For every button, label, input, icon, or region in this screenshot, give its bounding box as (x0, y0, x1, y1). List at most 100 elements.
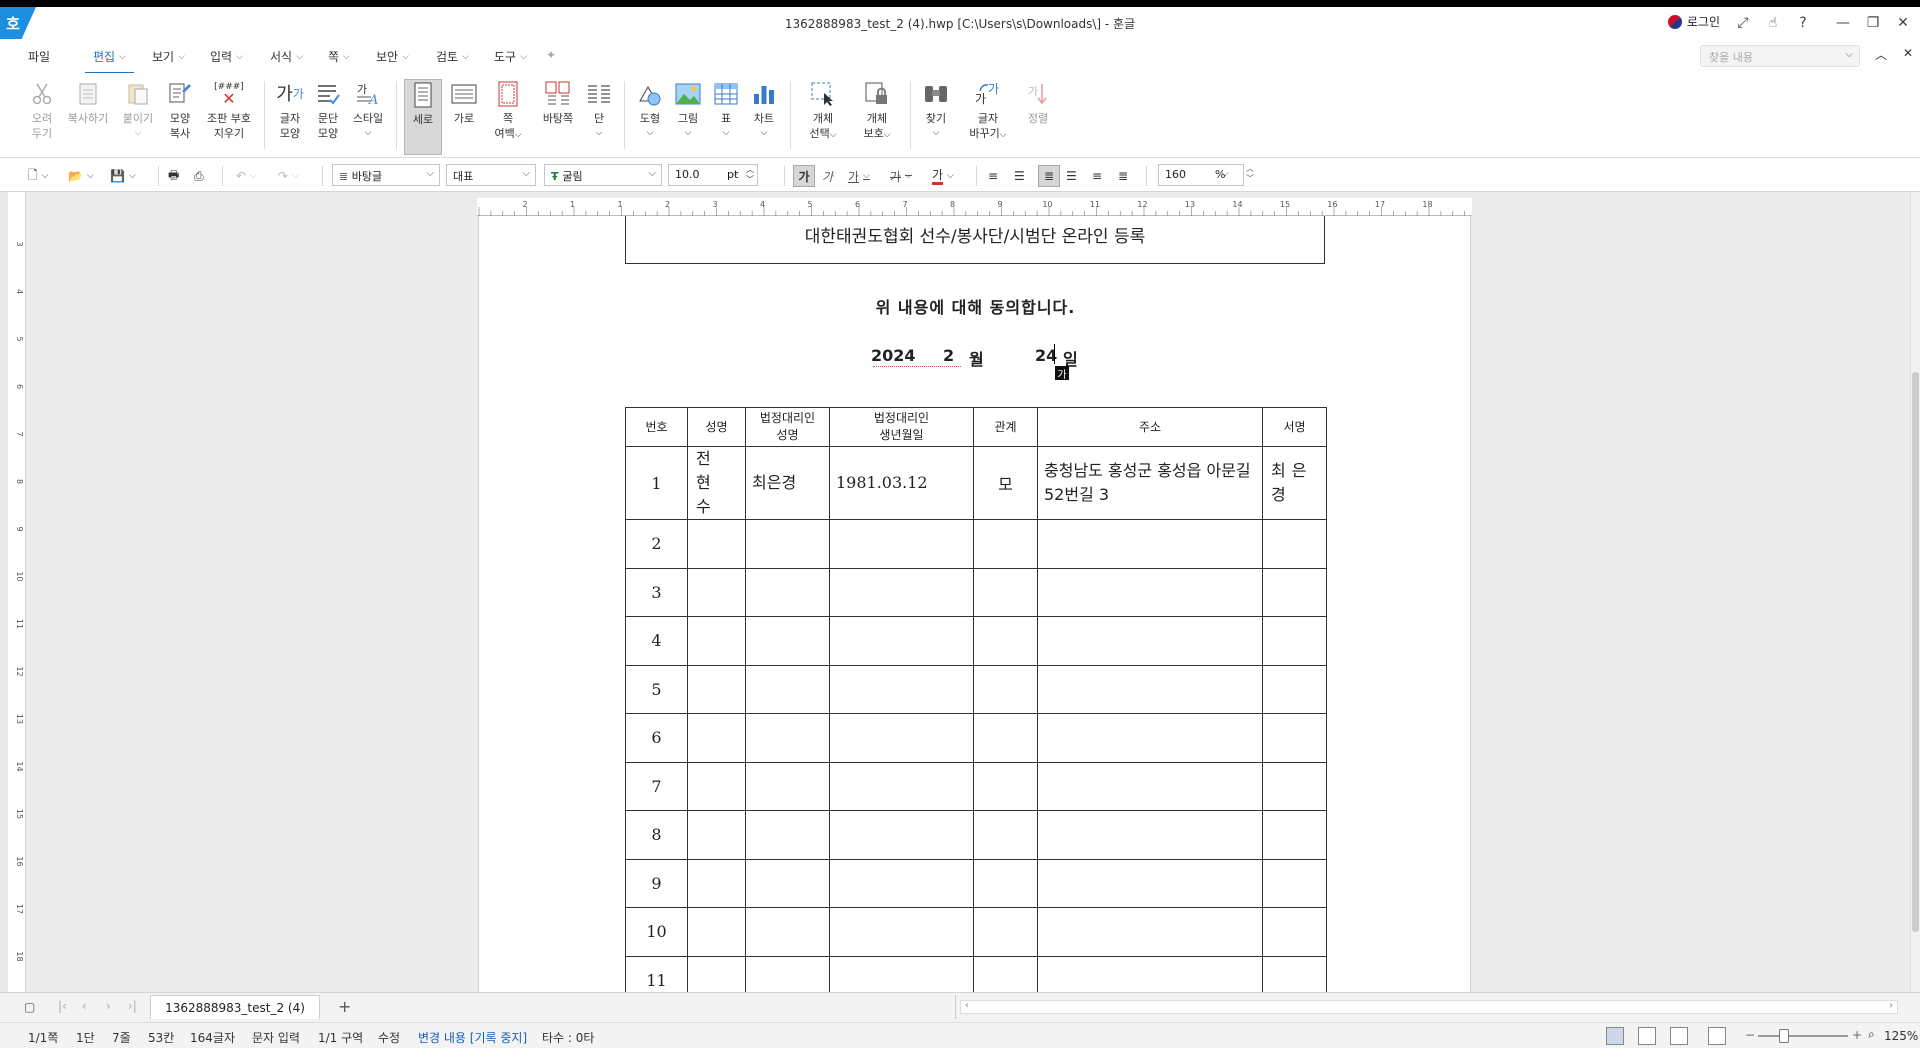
cell-signature[interactable] (1262, 567, 1327, 617)
cell-relation[interactable]: 모 (973, 446, 1038, 520)
menu-format[interactable]: 서식 ⌵ (270, 48, 303, 65)
language-select[interactable]: 대표 ⌵ (446, 164, 536, 186)
cell-guardian-birth[interactable] (829, 567, 974, 617)
date-year[interactable]: 2024 (871, 346, 916, 365)
cell-guardian-birth[interactable] (829, 858, 974, 908)
last-page-icon[interactable]: ›| (128, 999, 137, 1013)
cell-relation[interactable] (973, 616, 1038, 666)
fullscreen-icon[interactable]: ⤢ (1730, 11, 1756, 35)
app-logo-icon[interactable]: 호 (0, 7, 36, 39)
cell-relation[interactable] (973, 567, 1038, 617)
signature-table[interactable]: 번호 성명 법정대리인 성명 법정대리인 생년월일 관계 주소 서명 1 전현수 최… (625, 407, 1327, 1005)
close-icon[interactable]: ✕ (1890, 11, 1916, 35)
cell-guardian-birth[interactable] (829, 810, 974, 860)
status-zoom[interactable]: 125% (1884, 1029, 1918, 1043)
horizontal-ruler[interactable]: 2 1 1 2 3 4 5 6 7 8 9 10 11 12 13 14 15 16 17 18 (477, 198, 1472, 216)
font-color-button[interactable]: 가 ⌵ (932, 165, 954, 187)
cell-relation[interactable] (973, 858, 1038, 908)
scroll-right-icon[interactable]: › (1889, 1000, 1893, 1011)
menu-view[interactable]: 보기 ⌵ (152, 48, 185, 65)
cell-signature[interactable] (1262, 907, 1327, 957)
cell-guardian-name[interactable] (745, 858, 830, 908)
page-view-icon[interactable] (1670, 1027, 1688, 1045)
cell-guardian-name[interactable] (745, 761, 830, 811)
format-copy-button[interactable]: 모양 복사 (160, 79, 200, 155)
status-track-changes[interactable]: 변경 내용 [기록 중지] (418, 1029, 527, 1046)
cell-address[interactable] (1037, 810, 1263, 860)
undo-icon[interactable]: ↶ ⌵ (236, 165, 257, 187)
paste-button[interactable]: 붙이기 ⌵ (118, 79, 158, 155)
cell-number[interactable]: 4 (625, 616, 688, 666)
col-header-number[interactable]: 번호 (625, 407, 688, 447)
page-margin-button[interactable]: 쪽 여백⌵ (488, 79, 528, 155)
replace-button[interactable]: 가가 글자 바꾸기⌵ (964, 79, 1012, 155)
col-header-address[interactable]: 주소 (1037, 407, 1263, 447)
cell-number[interactable]: 8 (625, 810, 688, 860)
cell-address[interactable] (1037, 519, 1263, 569)
cell-number[interactable]: 3 (625, 567, 688, 617)
bold-button[interactable]: 가 (793, 165, 815, 187)
cell-guardian-birth[interactable] (829, 519, 974, 569)
document-page[interactable]: 대한태권도협회 선수/봉사단/시범단 온라인 등록 위 내용에 대해 동의합니다… (478, 216, 1471, 1005)
horizontal-scrollbar[interactable]: ‹ › (960, 1000, 1898, 1014)
cell-address[interactable]: 충청남도 홍성군 홍성읍 아문길52번길 3 (1037, 446, 1263, 520)
collapse-ribbon-icon[interactable]: ︿ (1875, 46, 1887, 63)
minimize-icon[interactable]: — (1830, 11, 1856, 35)
col-header-guardian-birth[interactable]: 법정대리인 생년월일 (829, 407, 974, 447)
status-input-mode[interactable]: 문자 입력 (252, 1029, 300, 1046)
full-view-icon[interactable] (1708, 1027, 1726, 1045)
cell-signature[interactable] (1262, 519, 1327, 569)
cell-name[interactable] (687, 761, 746, 811)
cell-name[interactable]: 전현수 (687, 446, 746, 520)
cell-guardian-name[interactable] (745, 567, 830, 617)
print-preview-icon[interactable]: ⎙ (194, 165, 204, 187)
cell-signature[interactable] (1262, 664, 1327, 714)
cut-button[interactable]: 오려 두기 (22, 79, 62, 155)
col-header-signature[interactable]: 서명 (1262, 407, 1327, 447)
vertical-ruler[interactable]: 3 4 5 6 7 8 9 10 11 12 13 14 15 16 17 18 (8, 192, 26, 992)
cell-guardian-birth[interactable] (829, 761, 974, 811)
restore-icon[interactable]: ❐ (1860, 11, 1886, 35)
cell-guardian-birth[interactable] (829, 616, 974, 666)
landscape-button[interactable]: 가로 (444, 79, 484, 155)
align-distribute-icon[interactable]: ≡ (1092, 165, 1102, 187)
status-page[interactable]: 1/1쪽 (28, 1029, 58, 1046)
cell-name[interactable] (687, 519, 746, 569)
style-select[interactable]: ≣ 바탕글 ⌵ (332, 164, 440, 186)
cell-address[interactable] (1037, 616, 1263, 666)
copy-button[interactable]: 복사하기 (66, 79, 110, 155)
cell-relation[interactable] (973, 713, 1038, 763)
cell-address[interactable] (1037, 713, 1263, 763)
next-page-icon[interactable]: › (106, 999, 111, 1013)
cell-guardian-name[interactable] (745, 810, 830, 860)
cell-guardian-name[interactable] (745, 616, 830, 666)
para-shape-button[interactable]: 문단 모양 (308, 79, 348, 155)
italic-button[interactable]: 가 (822, 165, 833, 187)
cell-signature[interactable] (1262, 761, 1327, 811)
page-view-icon[interactable]: ▢ (24, 1000, 35, 1014)
underline-button[interactable]: 가 ⌵ (848, 165, 870, 187)
zoom-out-icon[interactable]: − (1745, 1028, 1755, 1042)
cell-address[interactable] (1037, 858, 1263, 908)
open-folder-icon[interactable]: 📂 ⌵ (68, 165, 94, 187)
puzzle-icon[interactable]: ✦ (546, 48, 556, 62)
menu-review[interactable]: 검토 ⌵ (436, 48, 469, 65)
cell-guardian-birth[interactable]: 1981.03.12 (829, 446, 974, 520)
cell-number[interactable]: 2 (625, 519, 688, 569)
new-doc-icon[interactable]: 🗋 ⌵ (28, 165, 48, 187)
cell-relation[interactable] (973, 519, 1038, 569)
form-title-box[interactable]: 대한태권도협회 선수/봉사단/시범단 온라인 등록 (625, 216, 1325, 264)
cell-guardian-birth[interactable] (829, 713, 974, 763)
doc-tab[interactable]: 1362888983_test_2 (4) (150, 995, 320, 1019)
cell-relation[interactable] (973, 761, 1038, 811)
align-justify-icon[interactable]: ≡ (988, 165, 998, 187)
align-left-icon[interactable]: ☰ (1014, 165, 1025, 187)
font-select[interactable]: Ŧ 굴림 ⌵ (544, 164, 662, 186)
cell-guardian-name[interactable]: 최은경 (745, 446, 830, 520)
align-right-icon[interactable]: ☰ (1066, 165, 1077, 187)
print-icon[interactable]: 🖶 (168, 165, 179, 187)
cell-relation[interactable] (973, 810, 1038, 860)
cell-signature[interactable] (1262, 858, 1327, 908)
cell-address[interactable] (1037, 567, 1263, 617)
cell-relation[interactable] (973, 907, 1038, 957)
